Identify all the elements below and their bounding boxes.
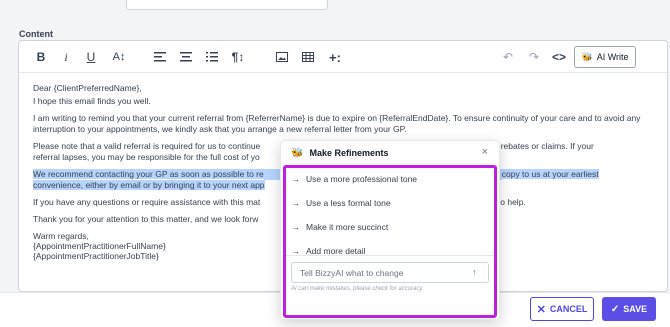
undo-button[interactable]: ↶: [501, 49, 515, 65]
bold-icon: B: [36, 50, 46, 64]
table-button[interactable]: [301, 49, 315, 65]
opening-line: I hope this email finds you well.: [33, 96, 151, 106]
align-center-button[interactable]: [179, 49, 193, 65]
option-less-formal-tone[interactable]: → Use a less formal tone: [291, 195, 491, 211]
code-icon: <>: [552, 50, 567, 64]
check-icon: ✓: [610, 303, 620, 315]
bee-icon: 🐝: [581, 51, 593, 62]
source-code-button[interactable]: <>: [552, 49, 566, 65]
paragraph-icon: ¶↕: [231, 50, 245, 64]
arrow-right-icon: →: [291, 222, 300, 232]
greeting: Dear {ClientPreferredName},: [33, 83, 142, 93]
arrow-right-icon: →: [291, 198, 300, 208]
align-center-icon: [180, 52, 192, 62]
bold-button[interactable]: B: [35, 49, 47, 65]
editor-toolbar: B i U A↕ ¶↕ +: ↶ ↷ <> 🐝 AI Write: [19, 41, 667, 73]
save-button[interactable]: ✓ SAVE: [602, 297, 656, 321]
refinement-options: → Use a more professional tone → Use a les…: [283, 165, 497, 318]
divider: [286, 255, 494, 256]
bee-icon: 🐝: [291, 147, 304, 159]
image-icon: [276, 52, 288, 62]
italic-icon: i: [64, 49, 68, 64]
undo-icon: ↶: [502, 50, 514, 64]
paragraph-button[interactable]: ¶↕: [231, 49, 245, 65]
underline-icon: U: [86, 50, 96, 64]
align-left-button[interactable]: [153, 49, 167, 65]
plus-icon: +:: [329, 49, 341, 65]
underline-button[interactable]: U: [85, 49, 97, 65]
ai-write-button[interactable]: 🐝 AI Write: [574, 46, 636, 68]
content-label: Content: [19, 29, 53, 39]
option-more-succinct[interactable]: → Make it more succinct: [291, 219, 491, 235]
redo-button[interactable]: ↷: [527, 49, 541, 65]
align-left-icon: [154, 52, 166, 62]
font-size-button[interactable]: A↕: [111, 49, 127, 65]
ai-write-label: AI Write: [596, 52, 629, 62]
option-professional-tone[interactable]: → Use a more professional tone: [291, 171, 491, 187]
close-popup-button[interactable]: ×: [482, 146, 488, 158]
arrow-right-icon: →: [291, 174, 300, 184]
previous-field[interactable]: [126, 0, 328, 10]
ai-disclaimer: AI can make mistakes, please check for a…: [291, 286, 423, 292]
insert-button[interactable]: +:: [327, 49, 343, 65]
cancel-button[interactable]: ✕ CANCEL: [530, 297, 594, 321]
italic-button[interactable]: i: [61, 49, 71, 65]
popup-header: 🐝 Make Refinements ×: [281, 141, 499, 165]
send-icon[interactable]: ↑: [472, 267, 477, 277]
close-icon: ✕: [536, 303, 546, 316]
refinements-popup: 🐝 Make Refinements × → Use a more profess…: [280, 140, 500, 320]
cancel-label: CANCEL: [549, 304, 588, 314]
option-more-detail[interactable]: → Add more detail: [291, 243, 491, 259]
save-label: SAVE: [623, 304, 648, 314]
popup-title: Make Refinements: [309, 148, 389, 158]
redo-icon: ↷: [528, 50, 540, 64]
list-icon: [206, 52, 218, 62]
list-button[interactable]: [205, 49, 219, 65]
paragraph-1: I am writing to remind you that your cur…: [33, 113, 641, 134]
ai-instruction-input[interactable]: [291, 262, 489, 283]
table-icon: [302, 52, 314, 62]
image-button[interactable]: [275, 49, 289, 65]
font-size-icon: A↕: [112, 51, 126, 63]
